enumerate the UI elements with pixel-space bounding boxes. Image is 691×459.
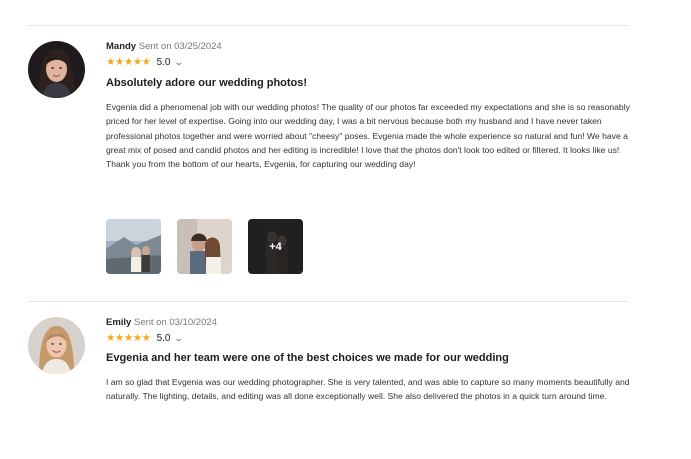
more-photos-tile[interactable]: +4	[248, 219, 303, 274]
reviewer-name: Emily	[106, 317, 132, 328]
more-photos-count: +4	[269, 240, 282, 253]
review-content: Mandy Sent on 03/25/2024 ★★★★★ 5.0 ⌄ Abs…	[106, 41, 631, 171]
review-meta: Mandy Sent on 03/25/2024	[106, 41, 631, 53]
reviewer-avatar	[28, 317, 85, 374]
reviewer-name: Mandy	[106, 41, 137, 52]
review-title: Absolutely adore our wedding photos!	[106, 77, 308, 89]
rating-row: ★★★★★ 5.0 ⌄	[106, 331, 631, 345]
chevron-down-icon[interactable]: ⌄	[174, 57, 184, 67]
review-photos: +4	[106, 219, 303, 274]
star-rating-icon: ★★★★★	[106, 56, 151, 68]
star-rating-icon: ★★★★★	[106, 332, 151, 344]
review-photo[interactable]	[177, 219, 232, 274]
review-meta: Emily Sent on 03/10/2024	[106, 317, 631, 329]
review-card: Emily Sent on 03/10/2024 ★★★★★ 5.0 ⌄ Evg…	[28, 317, 638, 447]
review-body: Evgenia did a phenomenal job with our we…	[106, 102, 630, 170]
rating-value: 5.0	[156, 56, 171, 68]
review-card: Mandy Sent on 03/25/2024 ★★★★★ 5.0 ⌄ Abs…	[28, 41, 638, 281]
rating-row: ★★★★★ 5.0 ⌄	[106, 55, 631, 69]
review-photo[interactable]	[106, 219, 161, 274]
review-content: Emily Sent on 03/10/2024 ★★★★★ 5.0 ⌄ Evg…	[106, 317, 631, 404]
review-divider	[28, 301, 628, 302]
review-date: Sent on 03/10/2024	[134, 317, 217, 328]
review-date: Sent on 03/25/2024	[138, 41, 222, 52]
chevron-down-icon[interactable]: ⌄	[174, 333, 184, 343]
top-divider	[28, 25, 628, 26]
review-title: Evgenia and her team were one of the bes…	[106, 352, 509, 364]
reviewer-avatar	[28, 41, 85, 98]
rating-value: 5.0	[156, 332, 171, 344]
review-body: I am so glad that Evgenia was our weddin…	[106, 377, 630, 402]
